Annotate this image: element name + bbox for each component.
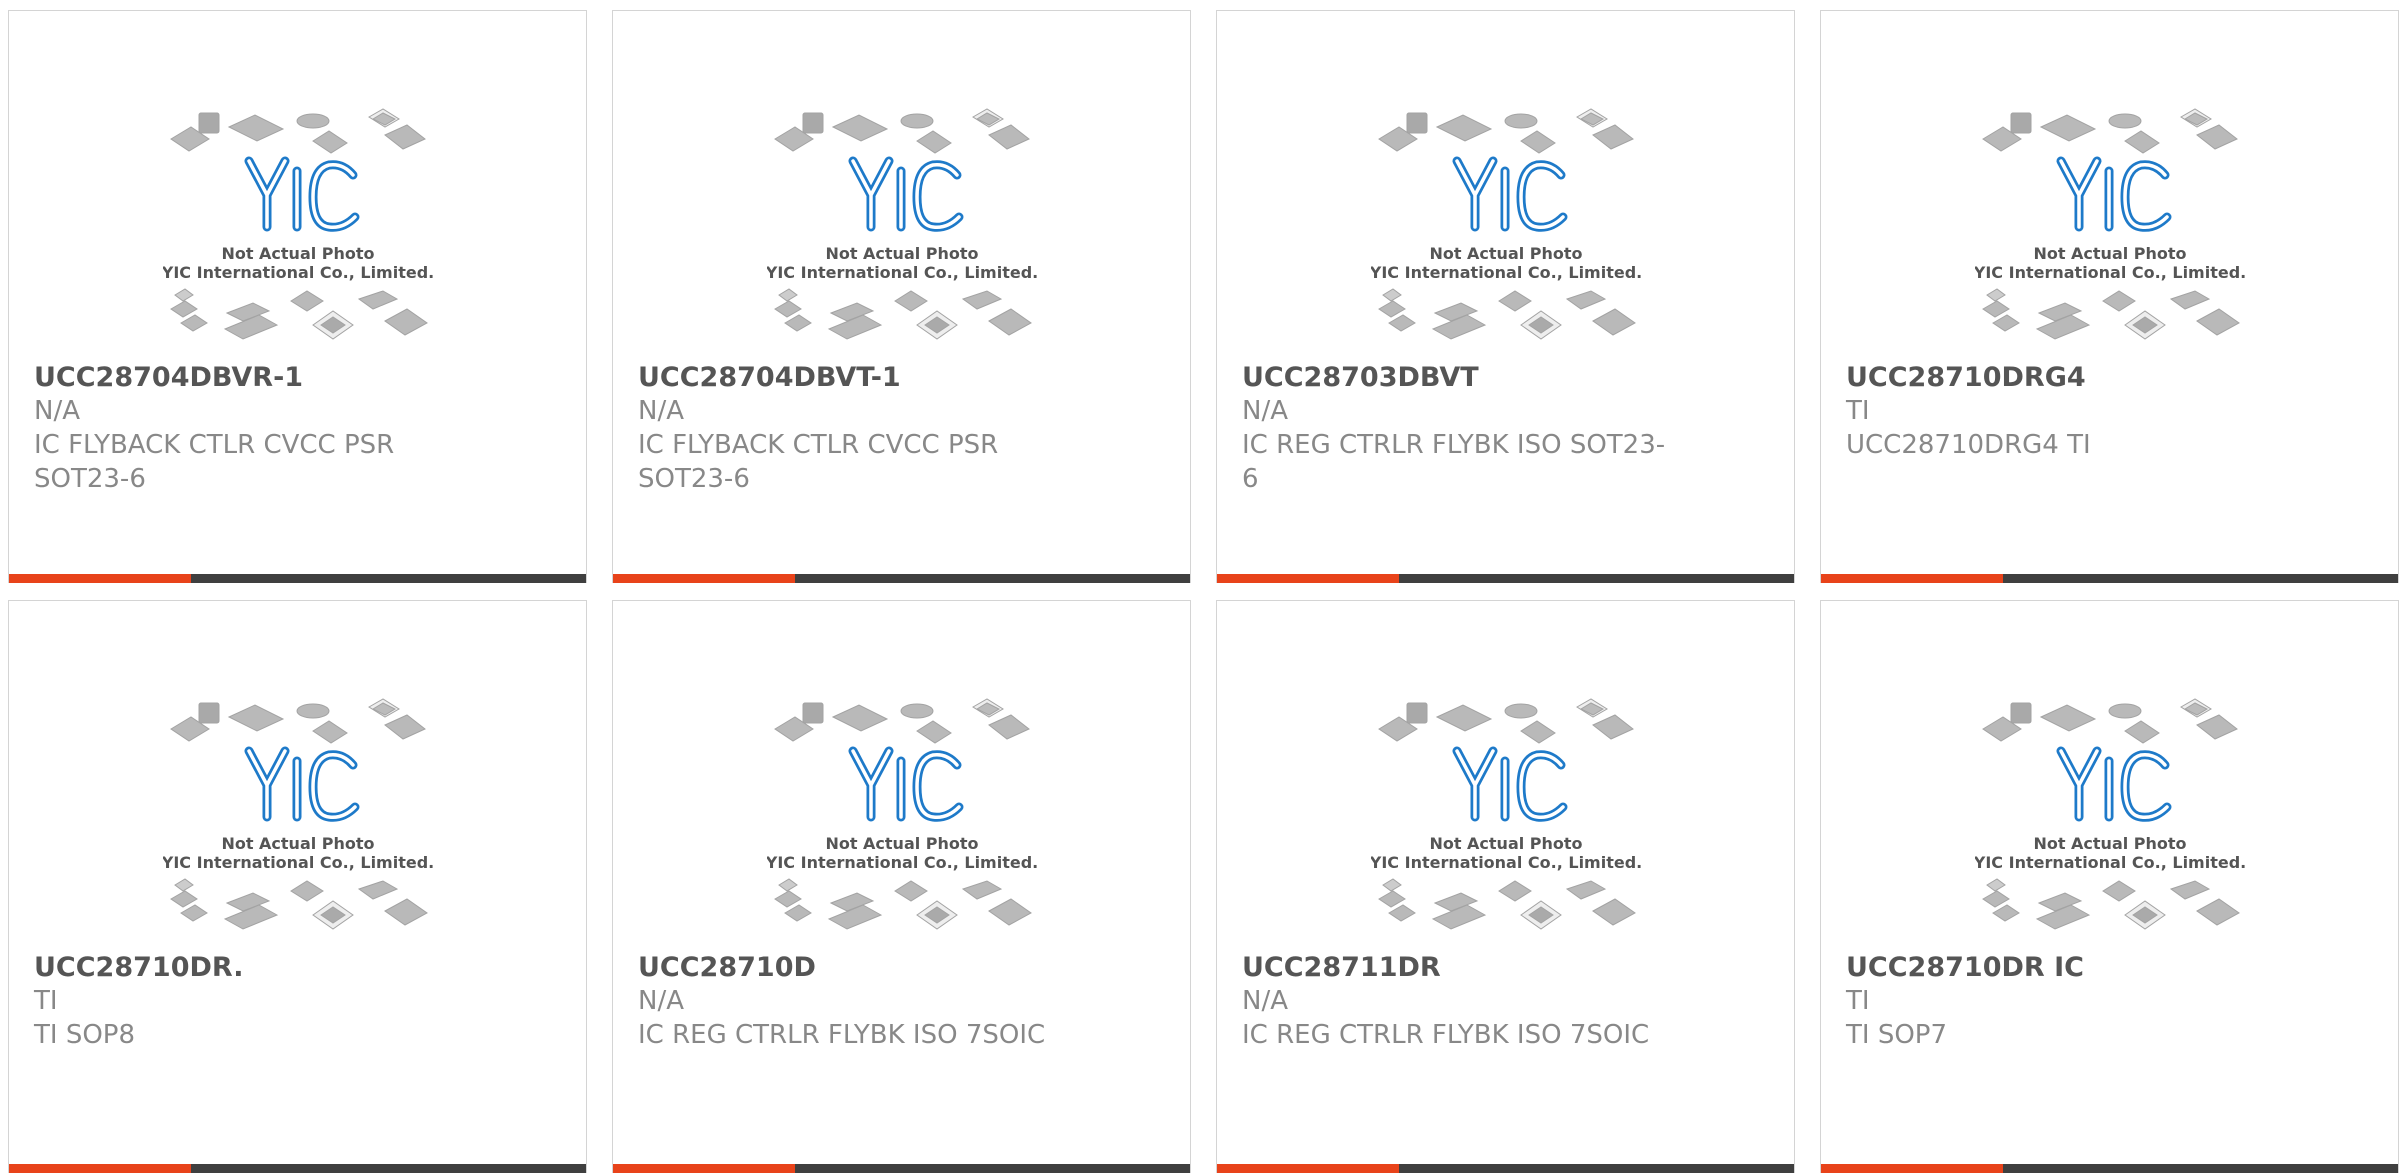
product-photo: Not Actual Photo YIC International Co., …: [1975, 108, 2245, 340]
company-caption: YIC International Co., Limited.: [1371, 853, 1641, 872]
manufacturer: TI: [1846, 396, 1870, 426]
product-card[interactable]: Not Actual Photo YIC International Co., …: [1820, 10, 2399, 583]
description: TI SOP8: [34, 1020, 136, 1050]
company-caption: YIC International Co., Limited.: [163, 853, 433, 872]
not-actual-photo-text: Not Actual Photo: [825, 834, 978, 853]
manufacturer: TI: [34, 986, 58, 1016]
product-info: UCC28704DBVR-1 N/A IC FLYBACK CTLR CVCC …: [34, 361, 554, 496]
product-photo: Not Actual Photo YIC International Co., …: [1371, 698, 1641, 930]
not-actual-photo-text: Not Actual Photo: [2033, 834, 2186, 853]
product-card[interactable]: Not Actual Photo YIC International Co., …: [1820, 600, 2399, 1173]
part-number[interactable]: UCC28710DRG4: [1846, 361, 2366, 394]
product-photo: Not Actual Photo YIC International Co., …: [1975, 698, 2245, 930]
card-accent: [613, 1164, 795, 1173]
company-caption: YIC International Co., Limited.: [767, 263, 1037, 282]
part-number[interactable]: UCC28711DR: [1242, 951, 1762, 984]
company-caption: YIC International Co., Limited.: [767, 853, 1037, 872]
card-bottom-bar: [1821, 1164, 2398, 1173]
card-bottom-bar: [1217, 1164, 1794, 1173]
product-card[interactable]: Not Actual Photo YIC International Co., …: [612, 10, 1191, 583]
description: UCC28710DRG4 TI: [1846, 430, 2091, 460]
product-photo: Not Actual Photo YIC International Co., …: [163, 698, 433, 930]
card-accent: [1821, 1164, 2003, 1173]
part-number[interactable]: UCC28710DR.: [34, 951, 554, 984]
product-photo: Not Actual Photo YIC International Co., …: [767, 108, 1037, 340]
not-actual-photo-text: Not Actual Photo: [221, 244, 374, 263]
card-bottom-bar: [9, 1164, 586, 1173]
product-photo: Not Actual Photo YIC International Co., …: [1371, 108, 1641, 340]
product-card[interactable]: Not Actual Photo YIC International Co., …: [1216, 10, 1795, 583]
product-card[interactable]: Not Actual Photo YIC International Co., …: [8, 600, 587, 1173]
product-photo: Not Actual Photo YIC International Co., …: [767, 698, 1037, 930]
manufacturer: N/A: [1242, 986, 1288, 1016]
card-accent: [1821, 574, 2003, 583]
product-info: UCC28710D N/A IC REG CTRLR FLYBK ISO 7SO…: [638, 951, 1158, 1052]
company-caption: YIC International Co., Limited.: [1371, 263, 1641, 282]
description: IC FLYBACK CTLR CVCC PSR SOT23-6: [638, 430, 999, 494]
card-accent: [613, 574, 795, 583]
card-accent: [1217, 1164, 1399, 1173]
description: TI SOP7: [1846, 1020, 1948, 1050]
not-actual-photo-text: Not Actual Photo: [1429, 244, 1582, 263]
manufacturer: N/A: [638, 986, 684, 1016]
product-info: UCC28710DRG4 TI UCC28710DRG4 TI: [1846, 361, 2366, 462]
card-bottom-bar: [1217, 574, 1794, 583]
product-card[interactable]: Not Actual Photo YIC International Co., …: [1216, 600, 1795, 1173]
description: IC REG CTRLR FLYBK ISO 7SOIC: [1242, 1020, 1650, 1050]
not-actual-photo-text: Not Actual Photo: [2033, 244, 2186, 263]
product-info: UCC28704DBVT-1 N/A IC FLYBACK CTLR CVCC …: [638, 361, 1158, 496]
part-number[interactable]: UCC28704DBVR-1: [34, 361, 554, 394]
manufacturer: N/A: [34, 396, 80, 426]
product-info: UCC28710DR IC TI TI SOP7: [1846, 951, 2366, 1052]
card-bottom-bar: [613, 574, 1190, 583]
card-bottom-bar: [1821, 574, 2398, 583]
not-actual-photo-text: Not Actual Photo: [825, 244, 978, 263]
product-info: UCC28710DR. TI TI SOP8: [34, 951, 554, 1052]
company-caption: YIC International Co., Limited.: [163, 263, 433, 282]
description: IC FLYBACK CTLR CVCC PSR SOT23-6: [34, 430, 395, 494]
product-photo: Not Actual Photo YIC International Co., …: [163, 108, 433, 340]
not-actual-photo-text: Not Actual Photo: [1429, 834, 1582, 853]
part-number[interactable]: UCC28703DBVT: [1242, 361, 1762, 394]
card-bottom-bar: [613, 1164, 1190, 1173]
part-number[interactable]: UCC28710D: [638, 951, 1158, 984]
company-caption: YIC International Co., Limited.: [1975, 263, 2245, 282]
card-bottom-bar: [9, 574, 586, 583]
product-grid: Not Actual Photo YIC International Co., …: [0, 0, 2400, 1173]
card-accent: [1217, 574, 1399, 583]
part-number[interactable]: UCC28710DR IC: [1846, 951, 2366, 984]
not-actual-photo-text: Not Actual Photo: [221, 834, 374, 853]
company-caption: YIC International Co., Limited.: [1975, 853, 2245, 872]
manufacturer: N/A: [638, 396, 684, 426]
description: IC REG CTRLR FLYBK ISO 7SOIC: [638, 1020, 1046, 1050]
product-card[interactable]: Not Actual Photo YIC International Co., …: [612, 600, 1191, 1173]
product-info: UCC28703DBVT N/A IC REG CTRLR FLYBK ISO …: [1242, 361, 1762, 496]
part-number[interactable]: UCC28704DBVT-1: [638, 361, 1158, 394]
product-info: UCC28711DR N/A IC REG CTRLR FLYBK ISO 7S…: [1242, 951, 1762, 1052]
description: IC REG CTRLR FLYBK ISO SOT23-6: [1242, 430, 1666, 494]
manufacturer: N/A: [1242, 396, 1288, 426]
manufacturer: TI: [1846, 986, 1870, 1016]
card-accent: [9, 574, 191, 583]
card-accent: [9, 1164, 191, 1173]
product-card[interactable]: Not Actual Photo YIC International Co., …: [8, 10, 587, 583]
